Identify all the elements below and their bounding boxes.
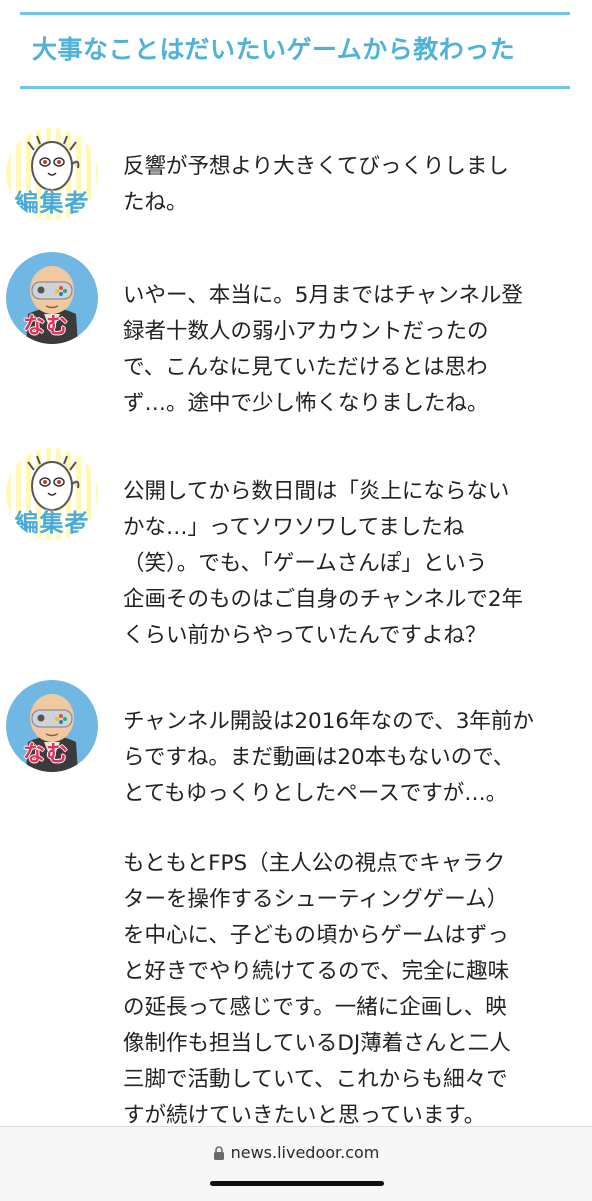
text-line: 録者十数人の弱小アカウントだったの	[123, 319, 489, 344]
namu-label: なむ	[22, 742, 69, 767]
text-line: ターを操作するシューティングゲーム）	[123, 887, 509, 912]
message-text: いやー、本当に。5月まではチャンネル登 録者十数人の弱小アカウントだったの で、…	[123, 278, 563, 422]
heading-rule-bottom	[20, 86, 570, 89]
text-line: もともとFPS（主人公の視点でキャラク	[123, 851, 506, 876]
text-line: 像制作も担当しているDJ薄着さんと二人	[123, 1031, 511, 1056]
address-bar[interactable]: news.livedoor.com	[0, 1143, 592, 1164]
text-line: たね。	[123, 190, 188, 215]
text-line: と好きでやり続けてるので、完全に趣味	[123, 959, 510, 984]
text-line: 反響が予想より大きくてびっくりしまし	[123, 154, 509, 179]
text-line: で、こんなに見ていただけるとは思わ	[123, 355, 488, 380]
text-line: の延長って感じです。一緒に企画し、映	[123, 995, 507, 1020]
editor-label: 編集者	[14, 189, 90, 217]
section-heading: 大事なことはだいたいゲームから教わった	[32, 35, 516, 64]
text-line: チャンネル開設は2016年なので、3年前か	[123, 709, 534, 734]
text-line: ず…。途中で少し怖くなりましたね。	[123, 391, 489, 416]
message-text: 公開してから数日間は「炎上にならない かな…」ってソワソワしてましたね （笑）。…	[123, 474, 563, 654]
url-text: news.livedoor.com	[230, 1143, 380, 1162]
editor-avatar: 編集者	[6, 128, 98, 220]
text-line: 三脚で活動していて、これからも細々で	[123, 1067, 508, 1092]
namu-avatar: なむ	[6, 680, 98, 772]
text-line: 企画そのものはご自身のチャンネルで2年	[123, 587, 524, 612]
text-line: いやー、本当に。5月まではチャンネル登	[123, 283, 523, 308]
heading-rule-top	[20, 12, 570, 15]
editor-avatar: 編集者	[6, 448, 98, 540]
home-indicator[interactable]	[210, 1181, 384, 1186]
text-line: 公開してから数日間は「炎上にならない	[123, 479, 510, 504]
text-line: かな…」ってソワソワしてましたね	[123, 515, 465, 540]
text-line: を中心に、子どもの頃からゲームはずっ	[123, 923, 509, 948]
text-line: とてもゆっくりとしたペースですが…。	[123, 781, 508, 806]
lock-icon	[213, 1145, 225, 1164]
text-line: （笑）。でも、「ゲームさんぽ」という	[123, 551, 488, 576]
namu-label: なむ	[22, 314, 69, 339]
namu-avatar: なむ	[6, 252, 98, 344]
message-text: チャンネル開設は2016年なので、3年前か らですね。まだ動画は20本もないので…	[123, 704, 563, 812]
message-text-paragraph-2: もともとFPS（主人公の視点でキャラク ターを操作するシューティングゲーム） を…	[123, 846, 563, 1134]
text-line: くらい前からやっていたんですよね？	[123, 623, 487, 648]
message-text: 反響が予想より大きくてびっくりしまし たね。	[123, 149, 563, 221]
editor-label: 編集者	[14, 509, 90, 537]
text-line: らですね。まだ動画は20本もないので、	[123, 745, 515, 770]
